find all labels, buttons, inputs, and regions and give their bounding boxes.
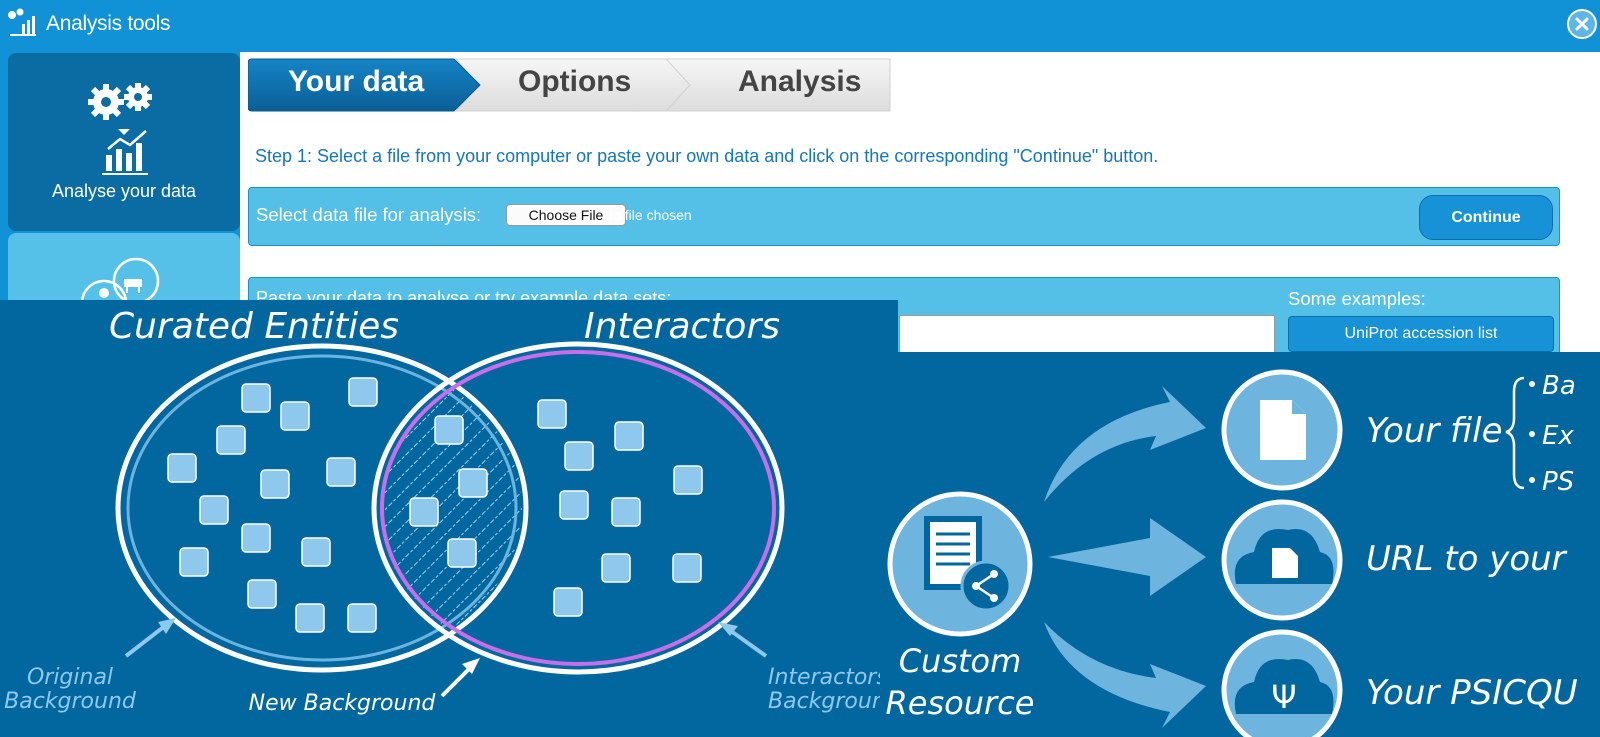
- venn-left-title: Curated Entities: [109, 306, 399, 347]
- sidebar-item-analyse[interactable]: Analyse your data: [8, 53, 240, 231]
- entity-square: [673, 465, 703, 495]
- entity-square: [326, 457, 356, 487]
- target-your-file: Your file: [1366, 411, 1503, 451]
- continue-button[interactable]: Continue: [1419, 195, 1553, 240]
- gears-chart-icon: [88, 83, 152, 175]
- annotation-interactors: Interactors: [768, 665, 888, 690]
- entity-square: [167, 453, 197, 483]
- file-upload-label: Select data file for analysis:: [256, 204, 482, 225]
- entity-square: [601, 553, 631, 583]
- bullet-1: Ba: [1542, 371, 1576, 401]
- window-title: Analysis tools: [46, 12, 171, 35]
- entity-square: [280, 401, 310, 431]
- tab-analysis[interactable]: Analysis: [738, 65, 861, 99]
- close-icon[interactable]: [1567, 9, 1597, 39]
- uniprot-example-button[interactable]: UniProt accession list: [1288, 316, 1554, 352]
- entity-square: [260, 469, 290, 499]
- bullet-2: Ex: [1542, 421, 1574, 451]
- title-bar: Analysis tools: [0, 0, 1600, 52]
- annotation-background-right: Background: [768, 689, 898, 714]
- entity-square: [247, 579, 277, 609]
- analysis-chart-icon: [8, 8, 36, 36]
- entity-square: [458, 468, 488, 498]
- annotation-background-left: Background: [4, 689, 137, 714]
- source-label-line2: Resource: [886, 684, 1035, 722]
- entity-square: [447, 538, 477, 568]
- entity-square: [559, 490, 589, 520]
- entity-square: [179, 547, 209, 577]
- examples-label: Some examples:: [1288, 288, 1426, 309]
- entity-square: [199, 495, 229, 525]
- entity-square: [216, 425, 246, 455]
- entity-square: [434, 415, 464, 445]
- entity-square: [614, 421, 644, 451]
- entity-square: [348, 377, 378, 407]
- entity-square: [347, 603, 377, 633]
- source-label-line1: Custom: [899, 642, 1022, 680]
- target-psicquic: Your PSICQU: [1366, 673, 1578, 713]
- entity-square: [301, 537, 331, 567]
- entity-square: [241, 523, 271, 553]
- paste-data-textarea[interactable]: [899, 315, 1275, 355]
- file-upload-section: Select data file for analysis: Choose Fi…: [248, 187, 1560, 246]
- annotation-new-background: New Background: [249, 691, 437, 716]
- annotation-original: Original: [27, 665, 113, 690]
- wizard-steps: Your data Options Analysis: [248, 58, 892, 112]
- entity-square: [553, 587, 583, 617]
- entity-square: [241, 383, 271, 413]
- entity-square: [564, 441, 594, 471]
- entity-square: [295, 603, 325, 633]
- entity-square: [537, 399, 567, 429]
- venn-diagram-image: Curated Entities Interactors Original Ba…: [0, 300, 898, 737]
- sidebar-item-label: Analyse your data: [51, 181, 197, 201]
- file-status: No file chosen: [603, 207, 692, 223]
- entity-square: [611, 497, 641, 527]
- svg-text:Ψ: Ψ: [1271, 678, 1296, 716]
- tab-options[interactable]: Options: [518, 65, 631, 99]
- entity-square: [672, 553, 702, 583]
- custom-resource-image: Custom Resource Ψ Your file URL to your …: [880, 352, 1600, 737]
- tab-your-data[interactable]: Your data: [288, 65, 424, 99]
- target-url: URL to your: [1366, 539, 1568, 579]
- entity-square: [409, 497, 439, 527]
- step-instruction: Step 1: Select a file from your computer…: [255, 146, 1159, 166]
- venn-right-title: Interactors: [584, 306, 780, 347]
- bullet-3: PS: [1542, 467, 1574, 497]
